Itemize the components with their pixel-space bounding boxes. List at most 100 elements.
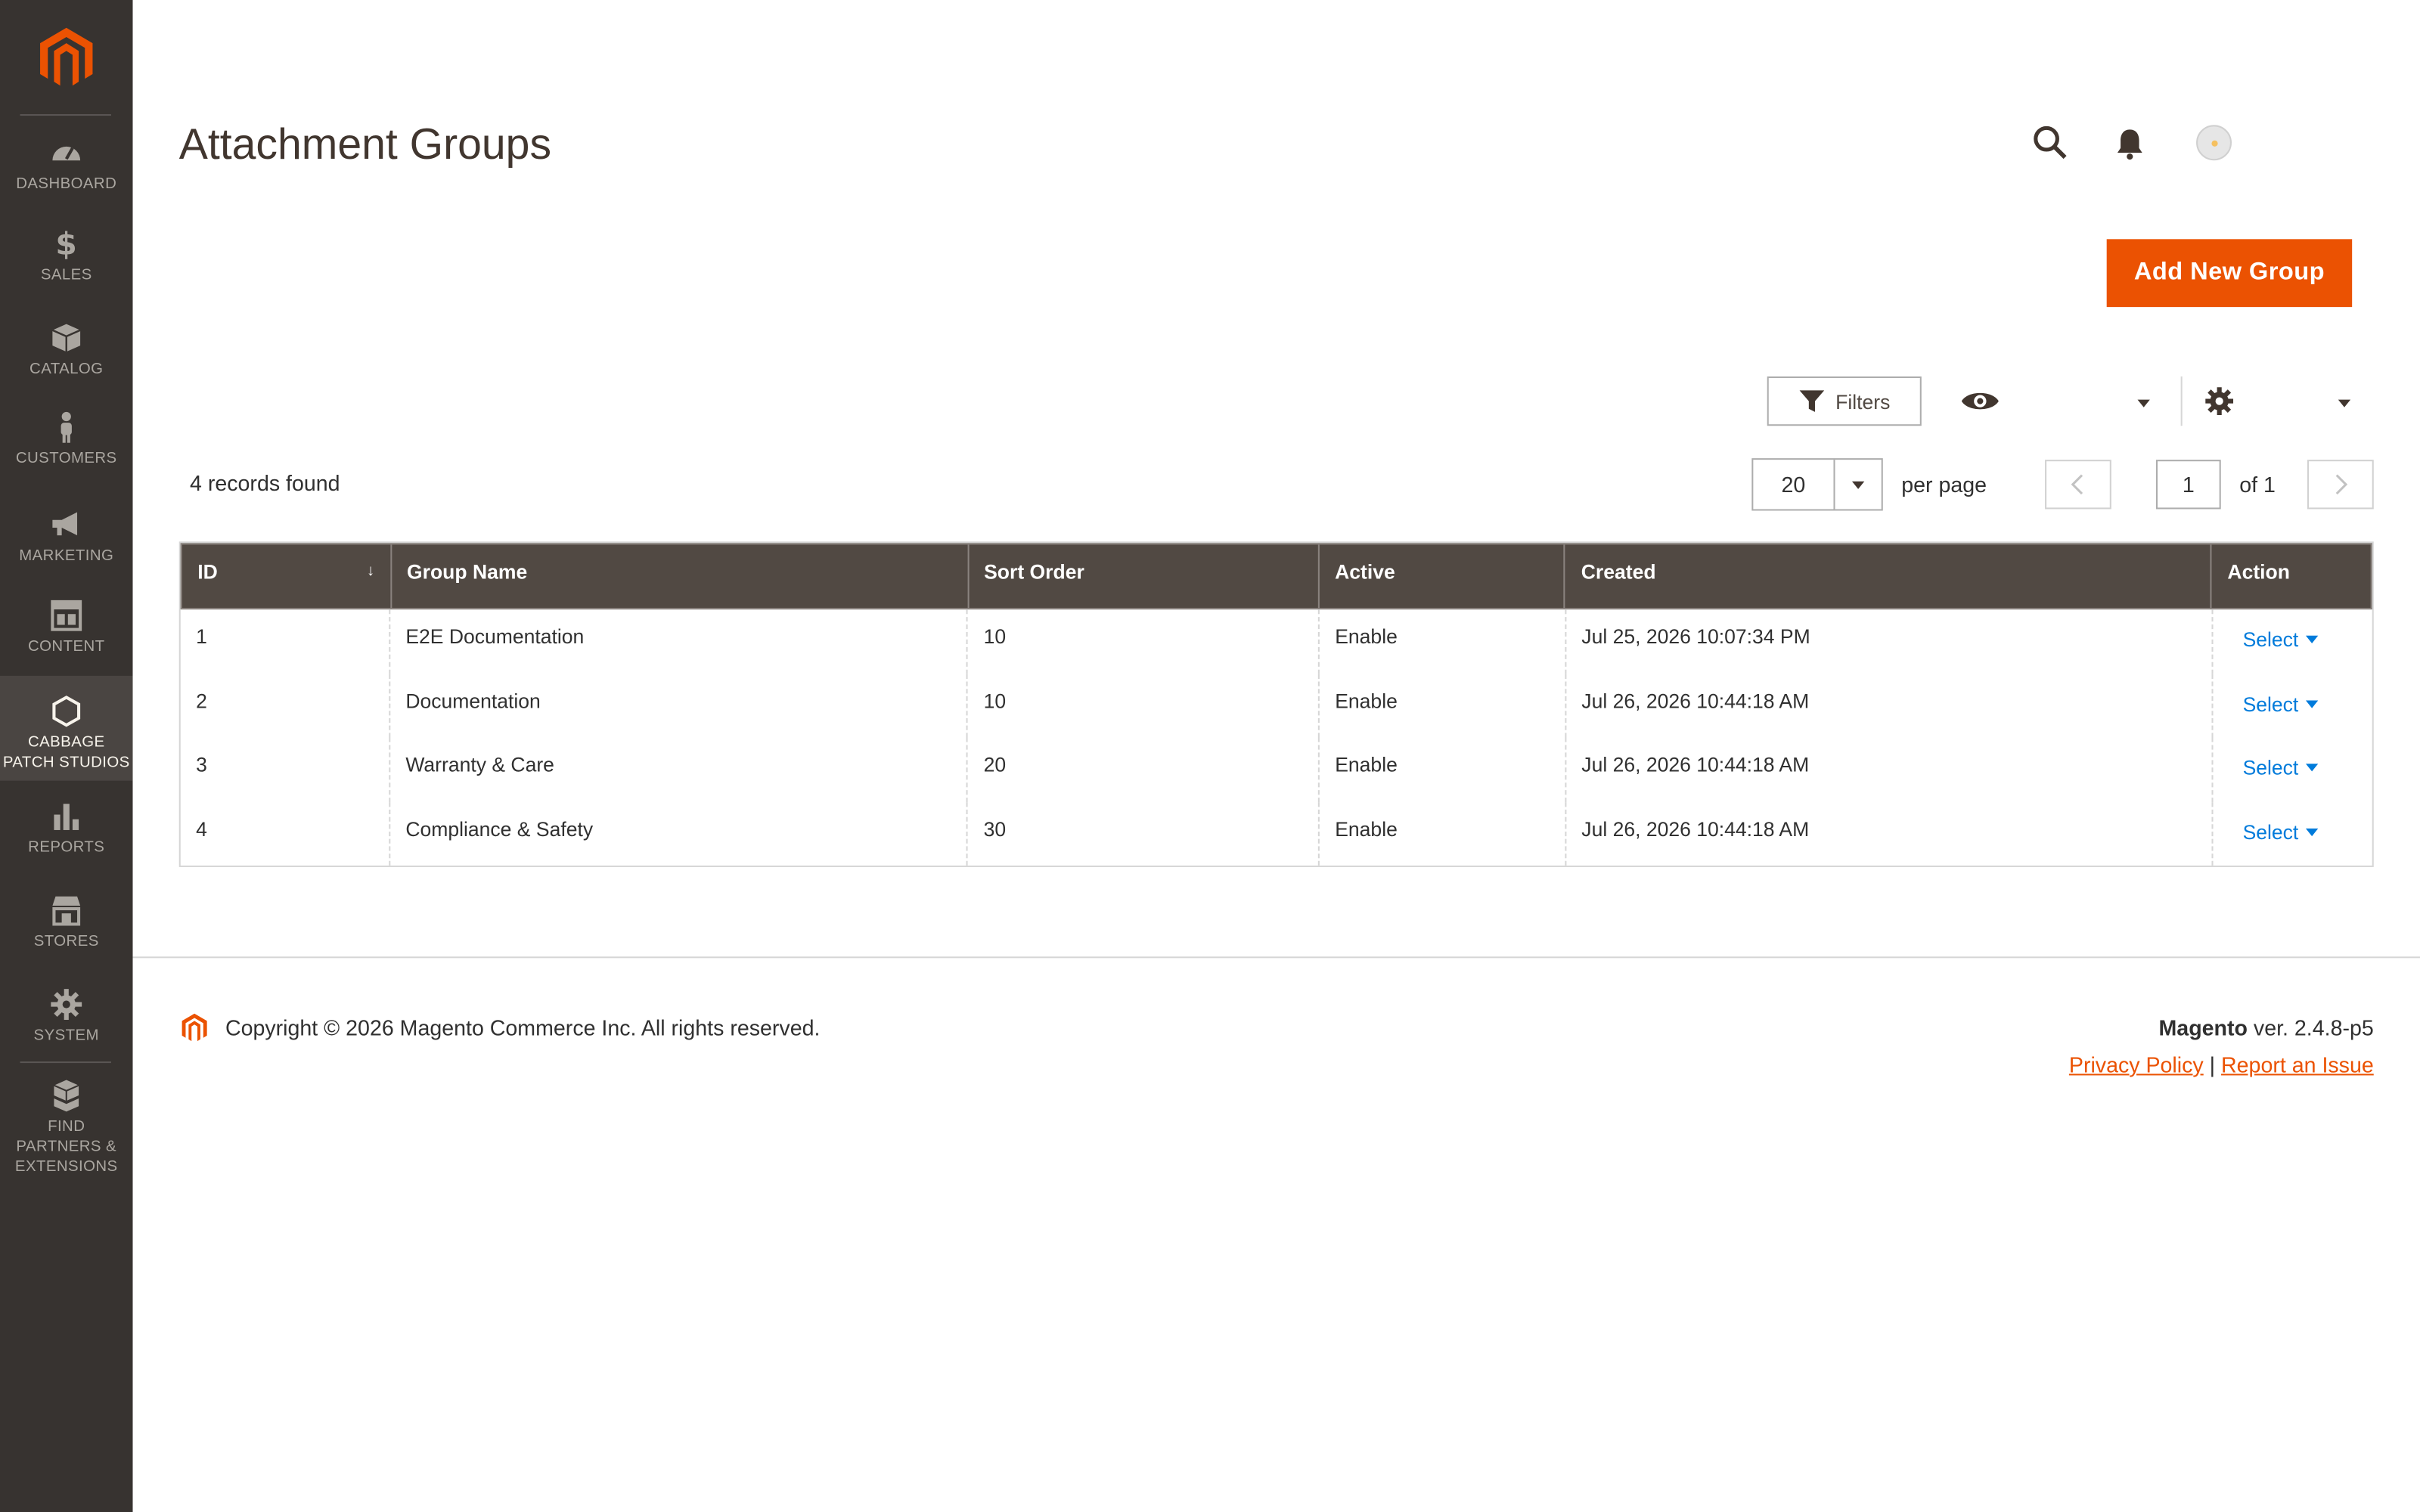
cubes-icon	[54, 1080, 79, 1112]
sidebar-item-dashboard[interactable]: DASHBOARD	[0, 136, 133, 195]
sidebar-item-stores[interactable]: STORES	[0, 894, 133, 953]
version-text: ver. 2.4.8-p5	[2253, 1015, 2374, 1040]
select-label: Select	[2242, 627, 2299, 652]
select-label: Select	[2242, 820, 2299, 844]
column-header-created[interactable]: Created	[1565, 544, 2213, 609]
chevron-down-icon	[2306, 764, 2319, 772]
cell-group-name: E2E Documentation	[390, 609, 969, 674]
view-dropdown[interactable]	[1960, 381, 2161, 424]
select-action-dropdown[interactable]: Select	[2242, 625, 2319, 652]
person-icon	[60, 411, 72, 443]
table-row[interactable]: 3 Warranty & Care 20 Enable Jul 26, 2026…	[181, 737, 2372, 802]
gear-icon	[51, 989, 82, 1020]
per-page-value: 20	[1781, 472, 1806, 497]
select-action-dropdown[interactable]: Select	[2243, 753, 2319, 779]
chevron-down-icon	[1851, 481, 1865, 489]
sidebar-item-label: STORES	[33, 933, 99, 951]
cell-group-name: Warranty & Care	[390, 737, 969, 802]
sidebar-item-label: CUSTOMERS	[15, 450, 117, 468]
svg-text:$: $	[55, 227, 77, 261]
chevron-down-icon	[2306, 699, 2319, 708]
table-row[interactable]: 1 E2E Documentation 10 Enable Jul 25, 20…	[181, 609, 2372, 674]
user-avatar[interactable]	[2196, 125, 2232, 161]
sidebar-item-find-partners[interactable]: FIND PARTNERS & EXTENSIONS	[0, 1079, 133, 1178]
per-page-label: per page	[1901, 472, 1987, 497]
column-label: ID	[197, 559, 218, 584]
sidebar-item-label: FIND PARTNERS & EXTENSIONS	[14, 1118, 118, 1176]
sidebar-item-content[interactable]: CONTENT	[0, 599, 133, 658]
per-page-select[interactable]: 20	[1751, 458, 1883, 511]
brand-name: Magento	[2158, 1015, 2248, 1040]
sidebar-item-label: SYSTEM	[33, 1027, 99, 1045]
sidebar-item-catalog[interactable]: CATALOG	[0, 321, 133, 380]
footer-links: Privacy Policy | Report an Issue	[2069, 1052, 2374, 1077]
footer-divider	[132, 956, 2420, 959]
privacy-policy-link[interactable]: Privacy Policy	[2069, 1052, 2204, 1077]
sidebar-item-label: MARKETING	[19, 547, 114, 565]
select-action-dropdown[interactable]: Select	[2243, 689, 2319, 715]
chevron-left-icon	[2071, 474, 2083, 495]
cell-created: Jul 26, 2026 10:44:18 AM	[1566, 673, 2214, 738]
column-header-sort-order[interactable]: Sort Order	[969, 544, 1320, 609]
grid-header: ID ↓ Group Name Sort Order Active Created…	[180, 543, 2372, 610]
chevron-right-icon	[2335, 474, 2348, 495]
cell-action: Select	[2214, 674, 2372, 738]
sidebar-divider	[20, 1061, 111, 1064]
select-label: Select	[2242, 755, 2299, 779]
column-header-action: Action	[2227, 559, 2290, 584]
select-label: Select	[2242, 692, 2299, 715]
page-number-input[interactable]: 1	[2155, 460, 2221, 510]
report-issue-link[interactable]: Report an Issue	[2221, 1052, 2374, 1077]
records-count: 4 records found	[190, 470, 340, 496]
table-row[interactable]: 2 Documentation 10 Enable Jul 26, 2026 1…	[181, 673, 2372, 738]
prev-page-button[interactable]	[2045, 460, 2111, 510]
cell-active: Enable	[1320, 609, 1566, 674]
sidebar-item-reports[interactable]: REPORTS	[0, 799, 133, 858]
bell-icon[interactable]	[2111, 125, 2149, 162]
sidebar-item-marketing[interactable]: MARKETING	[0, 507, 133, 566]
chevron-down-icon	[2306, 827, 2319, 836]
filters-button[interactable]: Filters	[1767, 376, 1922, 426]
storefront-icon	[52, 896, 81, 926]
sidebar-item-label: REPORTS	[28, 839, 105, 857]
column-header-active[interactable]: Active	[1320, 544, 1566, 609]
logo-divider	[20, 114, 111, 116]
sidebar-item-customers[interactable]: CUSTOMERS	[0, 411, 133, 469]
sidebar-item-label: CONTENT	[27, 638, 105, 656]
admin-sidebar: DASHBOARD $ SALES CATALOG CUSTOMERS MARK…	[0, 0, 133, 1512]
cell-sort-order: 30	[968, 801, 1320, 866]
cell-group-name: Compliance & Safety	[390, 801, 969, 866]
layout-icon	[51, 600, 82, 631]
cell-id: 4	[181, 801, 390, 866]
cell-created: Jul 26, 2026 10:44:18 AM	[1566, 801, 2214, 866]
table-row[interactable]: 4 Compliance & Safety 30 Enable Jul 26, …	[181, 801, 2372, 866]
next-page-button[interactable]	[2307, 460, 2374, 510]
dashboard-icon	[52, 146, 81, 161]
cell-created: Jul 26, 2026 10:44:18 AM	[1566, 737, 2214, 802]
add-new-group-button[interactable]: Add New Group	[2106, 239, 2353, 308]
cell-sort-order: 10	[968, 673, 1320, 738]
cell-action: Select	[2214, 609, 2372, 674]
cell-id: 2	[181, 673, 390, 738]
cell-sort-order: 20	[968, 737, 1320, 802]
sidebar-item-sales[interactable]: $ SALES	[0, 227, 133, 286]
cell-id: 3	[181, 737, 390, 802]
magento-logo[interactable]	[34, 25, 99, 90]
search-icon[interactable]	[2031, 123, 2068, 160]
cell-created: Jul 25, 2026 10:07:34 PM	[1566, 609, 2214, 674]
columns-dropdown[interactable]	[2199, 381, 2361, 424]
cell-active: Enable	[1320, 673, 1566, 738]
sidebar-item-label: SALES	[40, 267, 92, 284]
sidebar-item-system[interactable]: SYSTEM	[0, 987, 133, 1046]
copyright-text: Copyright © 2026 Magento Commerce Inc. A…	[225, 1015, 821, 1040]
select-action-dropdown[interactable]: Select	[2242, 817, 2319, 844]
sidebar-item-cabbage-patch-studios[interactable]: CABBAGE PATCH STUDIOS	[0, 675, 133, 781]
per-page-toggle[interactable]	[1833, 460, 1881, 510]
chevron-down-icon	[2306, 635, 2319, 644]
column-header-group-name[interactable]: Group Name	[392, 544, 969, 609]
hexagon-icon	[52, 696, 81, 727]
column-header-id[interactable]: ID ↓	[182, 544, 392, 609]
attachment-groups-grid: ID ↓ Group Name Sort Order Active Created…	[178, 541, 2374, 867]
page-title: Attachment Groups	[178, 120, 552, 169]
cell-active: Enable	[1320, 801, 1566, 866]
